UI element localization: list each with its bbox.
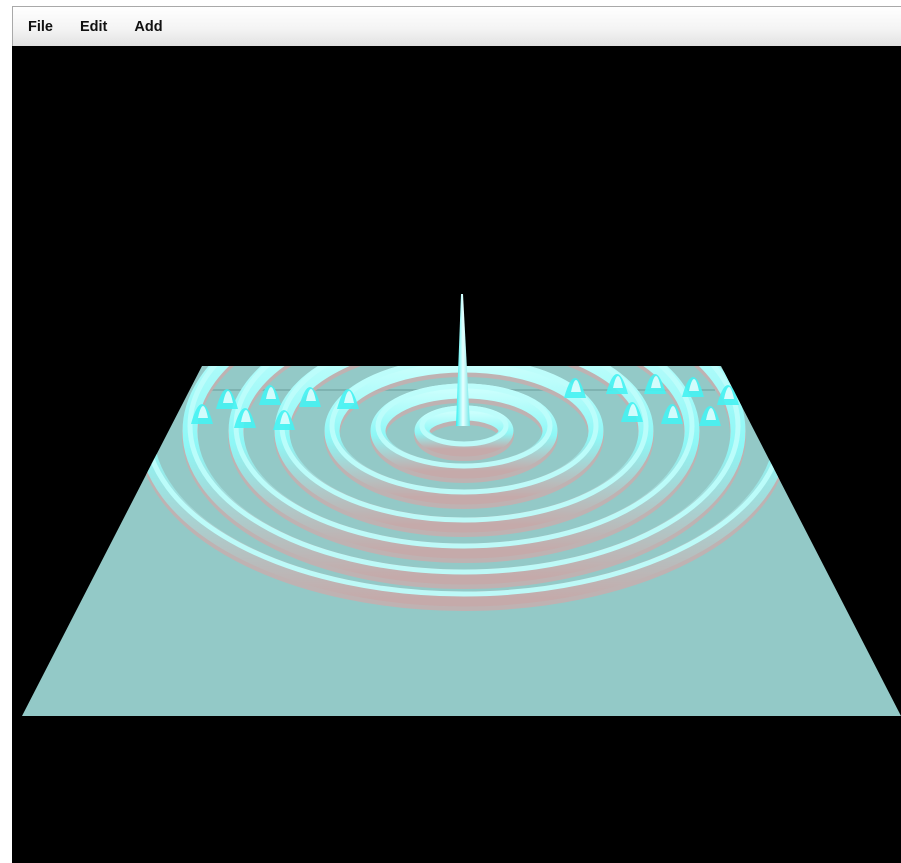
3d-viewport[interactable] [12,46,901,863]
ripple-surface-render [22,294,901,716]
menu-bar: File Edit Add [12,6,901,46]
menu-add[interactable]: Add [128,15,168,39]
menu-file[interactable]: File [22,15,59,39]
app-window: File Edit Add [0,0,901,863]
menu-edit[interactable]: Edit [74,15,113,39]
center-spike [456,294,470,426]
